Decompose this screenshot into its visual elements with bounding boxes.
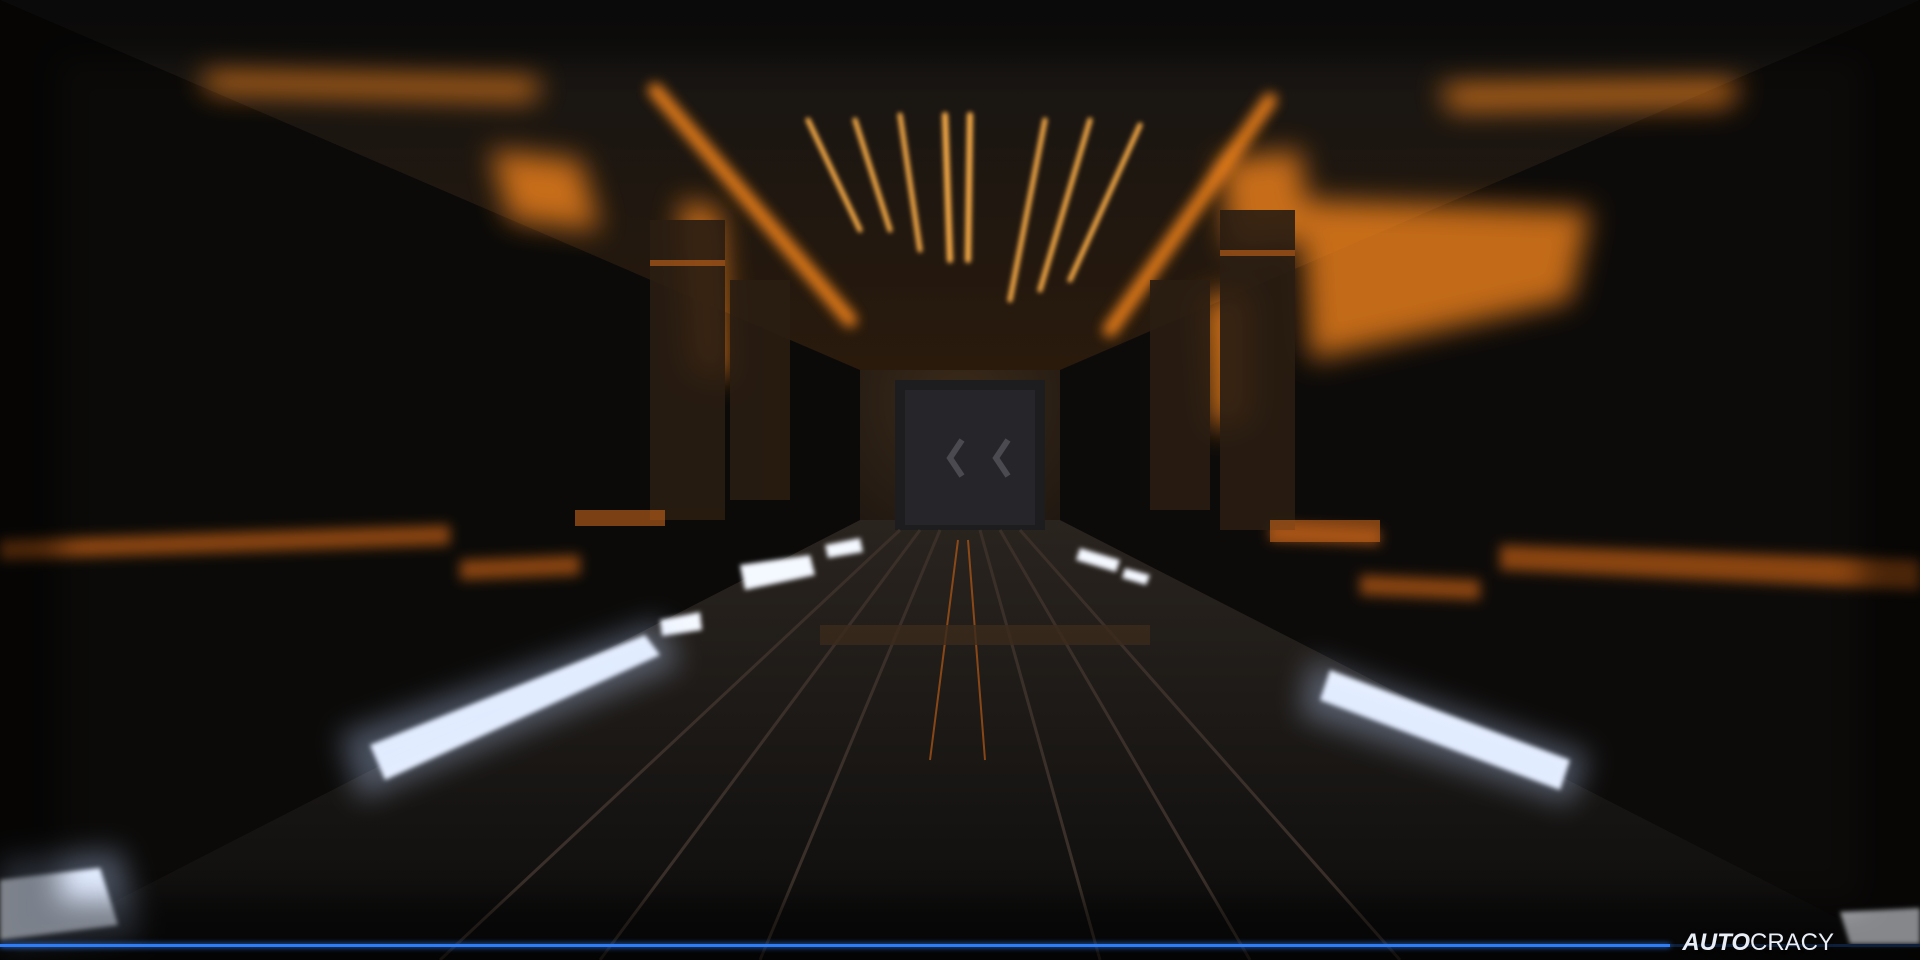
sci-fi-corridor-scene [0,0,1920,960]
loading-progress-fill [0,944,1671,947]
logo-text-light: CRACY [1749,929,1834,956]
loading-progress-bar [0,944,1920,947]
game-viewport[interactable]: AUTOCRACY [0,0,1920,960]
game-logo: AUTOCRACY [1682,929,1834,957]
logo-text-bold: AUTO [1682,929,1750,956]
